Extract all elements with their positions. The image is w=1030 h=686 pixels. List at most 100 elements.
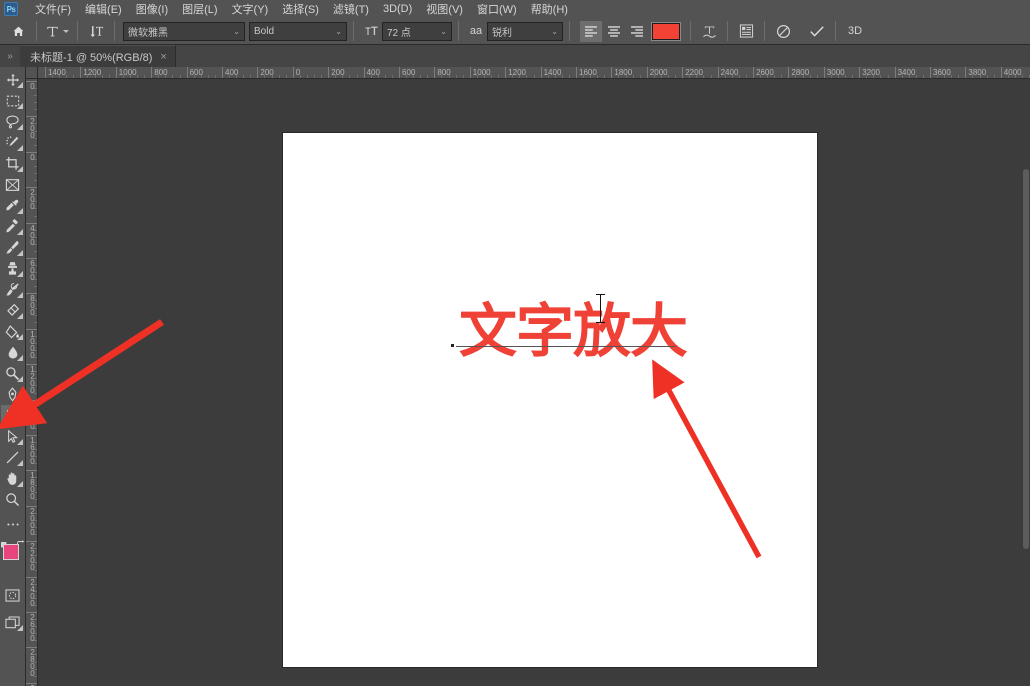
flyout-indicator[interactable] — [16, 271, 23, 277]
menu-help[interactable]: 帮助(H) — [524, 0, 575, 18]
menu-3d[interactable]: 3D(D) — [376, 0, 419, 18]
edit-toolbar-more[interactable] — [1, 514, 25, 535]
antialias-select[interactable]: 锐利 ⌄ — [487, 21, 563, 41]
chevron-down-icon[interactable]: ⌄ — [335, 27, 342, 36]
canvas-text-layer[interactable]: 文字放大 — [459, 302, 688, 360]
flyout-indicator[interactable] — [16, 145, 23, 151]
line-shape-tool[interactable] — [1, 447, 25, 468]
font-size-select[interactable]: 72 点 ⌄ — [382, 21, 452, 41]
commit-icon[interactable] — [805, 20, 829, 42]
type-tool[interactable] — [0, 405, 25, 426]
screen-mode-icon[interactable] — [1, 612, 25, 633]
lasso-tool[interactable] — [1, 111, 25, 132]
history-brush-tool[interactable] — [1, 279, 25, 300]
scrollbar-thumb[interactable] — [1023, 169, 1029, 549]
text-anchor-handle[interactable] — [451, 344, 454, 347]
artboard[interactable]: 文字放大 — [283, 133, 817, 667]
home-icon[interactable] — [6, 20, 30, 42]
flyout-indicator[interactable] — [16, 208, 23, 214]
close-icon[interactable]: × — [160, 51, 166, 63]
ruler-tick — [576, 67, 577, 78]
type-tool-icon[interactable] — [43, 20, 71, 42]
flyout-indicator[interactable] — [16, 82, 23, 88]
cancel-icon[interactable] — [771, 20, 795, 42]
menu-filter[interactable]: 滤镜(T) — [326, 0, 376, 18]
blur-tool[interactable] — [1, 342, 25, 363]
flyout-indicator[interactable] — [16, 166, 23, 172]
hand-tool[interactable] — [1, 468, 25, 489]
divider — [458, 21, 459, 41]
menu-layer[interactable]: 图层(L) — [175, 0, 224, 18]
divider — [690, 21, 691, 41]
flyout-indicator[interactable] — [16, 376, 23, 382]
quick-selection-tool[interactable] — [1, 132, 25, 153]
eraser-tool[interactable] — [1, 300, 25, 321]
foreground-color-swatch[interactable] — [2, 544, 19, 560]
brush-tool[interactable] — [1, 237, 25, 258]
chevron-down-icon[interactable] — [63, 29, 69, 33]
ruler-corner[interactable] — [26, 67, 38, 79]
menu-select[interactable]: 选择(S) — [275, 0, 326, 18]
ruler-tick — [469, 67, 471, 78]
marquee-tool[interactable] — [1, 90, 25, 111]
flyout-indicator[interactable] — [16, 103, 23, 109]
flyout-indicator[interactable] — [16, 313, 23, 319]
flyout-indicator[interactable] — [16, 334, 23, 340]
flyout-indicator[interactable] — [16, 229, 23, 235]
menu-window[interactable]: 窗口(W) — [470, 0, 524, 18]
text-color-swatch[interactable] — [651, 21, 681, 41]
canvas-area[interactable]: 文字放大 — [38, 79, 1030, 686]
horizontal-ruler[interactable]: 1400 1200 1000 800 600 400 200 0 200 400 600 800 100… — [38, 67, 1030, 79]
flyout-indicator[interactable] — [16, 124, 23, 130]
chevron-double-right-icon[interactable]: » — [0, 45, 20, 67]
align-left-icon[interactable] — [580, 20, 602, 42]
menu-edit[interactable]: 编辑(E) — [78, 0, 129, 18]
clone-stamp-tool[interactable] — [1, 258, 25, 279]
ruler-tick — [186, 67, 188, 78]
menu-file[interactable]: 文件(F) — [28, 0, 78, 18]
vertical-scrollbar[interactable] — [1021, 79, 1030, 686]
ruler-tick — [540, 67, 542, 78]
frame-tool[interactable] — [1, 174, 25, 195]
document-tab[interactable]: 未标题-1 @ 50%(RGB/8) × — [20, 45, 176, 67]
align-right-icon[interactable] — [626, 21, 648, 42]
ruler-tick — [151, 67, 153, 78]
quick-mask-icon[interactable] — [1, 585, 25, 606]
text-orientation-icon[interactable] — [84, 20, 108, 42]
font-family-select[interactable]: 微软雅黑 ⌄ — [123, 21, 245, 41]
flyout-indicator[interactable] — [16, 418, 23, 424]
chevron-down-icon[interactable]: ⌄ — [440, 27, 447, 36]
flyout-indicator[interactable] — [16, 397, 23, 403]
move-tool[interactable] — [1, 69, 25, 90]
paint-bucket-tool[interactable] — [1, 321, 25, 342]
ruler-label: 600 — [30, 259, 35, 282]
eyedropper-tool[interactable] — [1, 195, 25, 216]
zoom-tool[interactable] — [1, 489, 25, 510]
healing-brush-tool[interactable] — [1, 216, 25, 237]
ruler-label: 2000 — [649, 68, 668, 77]
flyout-indicator[interactable] — [16, 439, 23, 445]
flyout-indicator[interactable] — [16, 625, 23, 631]
align-center-icon[interactable] — [603, 21, 625, 42]
flyout-indicator[interactable] — [16, 355, 23, 361]
chevron-down-icon[interactable]: ⌄ — [551, 27, 558, 36]
flyout-indicator[interactable] — [16, 481, 23, 487]
pen-tool[interactable] — [1, 384, 25, 405]
dodge-tool[interactable] — [1, 363, 25, 384]
flyout-indicator[interactable] — [16, 460, 23, 466]
menu-view[interactable]: 视图(V) — [419, 0, 470, 18]
flyout-indicator[interactable] — [16, 292, 23, 298]
crop-tool[interactable] — [1, 153, 25, 174]
font-style-select[interactable]: Bold ⌄ — [249, 21, 347, 41]
chevron-down-icon[interactable]: ⌄ — [233, 27, 240, 36]
ruler-label: 3000 — [826, 68, 845, 77]
character-panel-icon[interactable] — [734, 20, 758, 42]
warp-text-icon[interactable] — [697, 20, 721, 42]
path-selection-tool[interactable] — [1, 426, 25, 447]
flyout-indicator[interactable] — [16, 250, 23, 256]
3d-mode-button[interactable]: 3D — [842, 20, 868, 42]
vertical-ruler[interactable]: 0200020040060080010001200140016001800200… — [26, 79, 38, 686]
menu-type[interactable]: 文字(Y) — [225, 0, 276, 18]
menu-image[interactable]: 图像(I) — [129, 0, 175, 18]
ruler-tick — [1000, 67, 1002, 78]
